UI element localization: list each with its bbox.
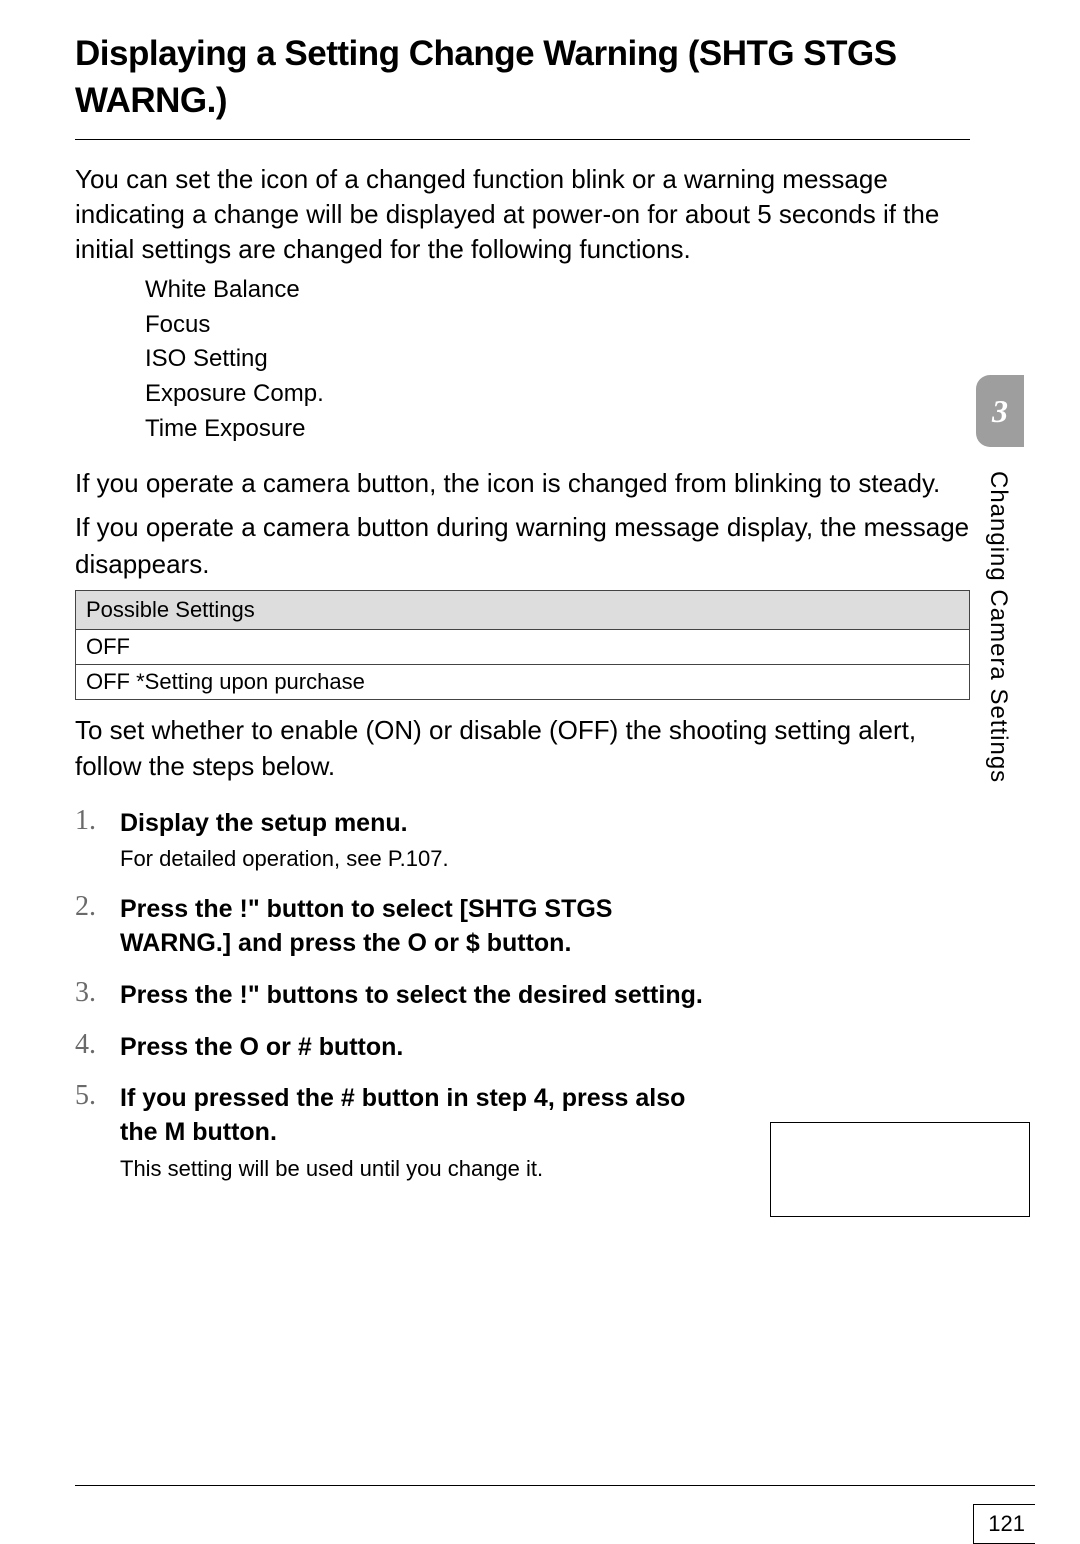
step-item: Press the O or # button. bbox=[75, 1031, 715, 1065]
screenshot-placeholder bbox=[770, 1122, 1030, 1217]
step-title: Press the !" buttons to select the desir… bbox=[120, 979, 715, 1013]
step-title: Display the setup menu. bbox=[120, 807, 715, 841]
chapter-number-badge: 3 bbox=[976, 375, 1024, 447]
list-item: Exposure Comp. bbox=[145, 377, 970, 412]
step-title: Press the !" button to select [SHTG STGS… bbox=[120, 893, 715, 961]
step-item: Display the setup menu. For detailed ope… bbox=[75, 807, 715, 876]
step-item: If you pressed the # button in step 4, p… bbox=[75, 1082, 715, 1184]
list-item: White Balance bbox=[145, 273, 970, 308]
operate-paragraph-1: If you operate a camera button, the icon… bbox=[75, 465, 970, 501]
below-table-paragraph: To set whether to enable (ON) or disable… bbox=[75, 712, 970, 785]
operate-paragraph-2: If you operate a camera button during wa… bbox=[75, 509, 970, 582]
step-item: Press the !" buttons to select the desir… bbox=[75, 979, 715, 1013]
intro-paragraph: You can set the icon of a changed functi… bbox=[75, 162, 970, 267]
function-list: White Balance Focus ISO Setting Exposure… bbox=[75, 273, 970, 447]
step-title: If you pressed the # button in step 4, p… bbox=[120, 1082, 715, 1150]
list-item: ISO Setting bbox=[145, 342, 970, 377]
chapter-title-vertical: Changing Camera Settings bbox=[976, 471, 1024, 783]
side-tab: 3 Changing Camera Settings bbox=[976, 375, 1080, 783]
section-heading: Displaying a Setting Change Warning (SHT… bbox=[75, 30, 970, 140]
list-item: Focus bbox=[145, 308, 970, 343]
list-item: Time Exposure bbox=[145, 412, 970, 447]
possible-settings-table: Possible Settings OFF OFF *Setting upon … bbox=[75, 590, 970, 700]
steps-list: Display the setup menu. For detailed ope… bbox=[75, 807, 715, 1185]
page-footer: 121 bbox=[75, 1485, 1035, 1498]
step-body: This setting will be used until you chan… bbox=[120, 1154, 715, 1185]
step-title: Press the O or # button. bbox=[120, 1031, 715, 1065]
table-row: OFF *Setting upon purchase bbox=[76, 665, 969, 699]
page-number: 121 bbox=[973, 1504, 1035, 1544]
step-body: For detailed operation, see P.107. bbox=[120, 844, 715, 875]
table-row: OFF bbox=[76, 630, 969, 665]
table-header: Possible Settings bbox=[76, 591, 969, 630]
step-item: Press the !" button to select [SHTG STGS… bbox=[75, 893, 715, 961]
